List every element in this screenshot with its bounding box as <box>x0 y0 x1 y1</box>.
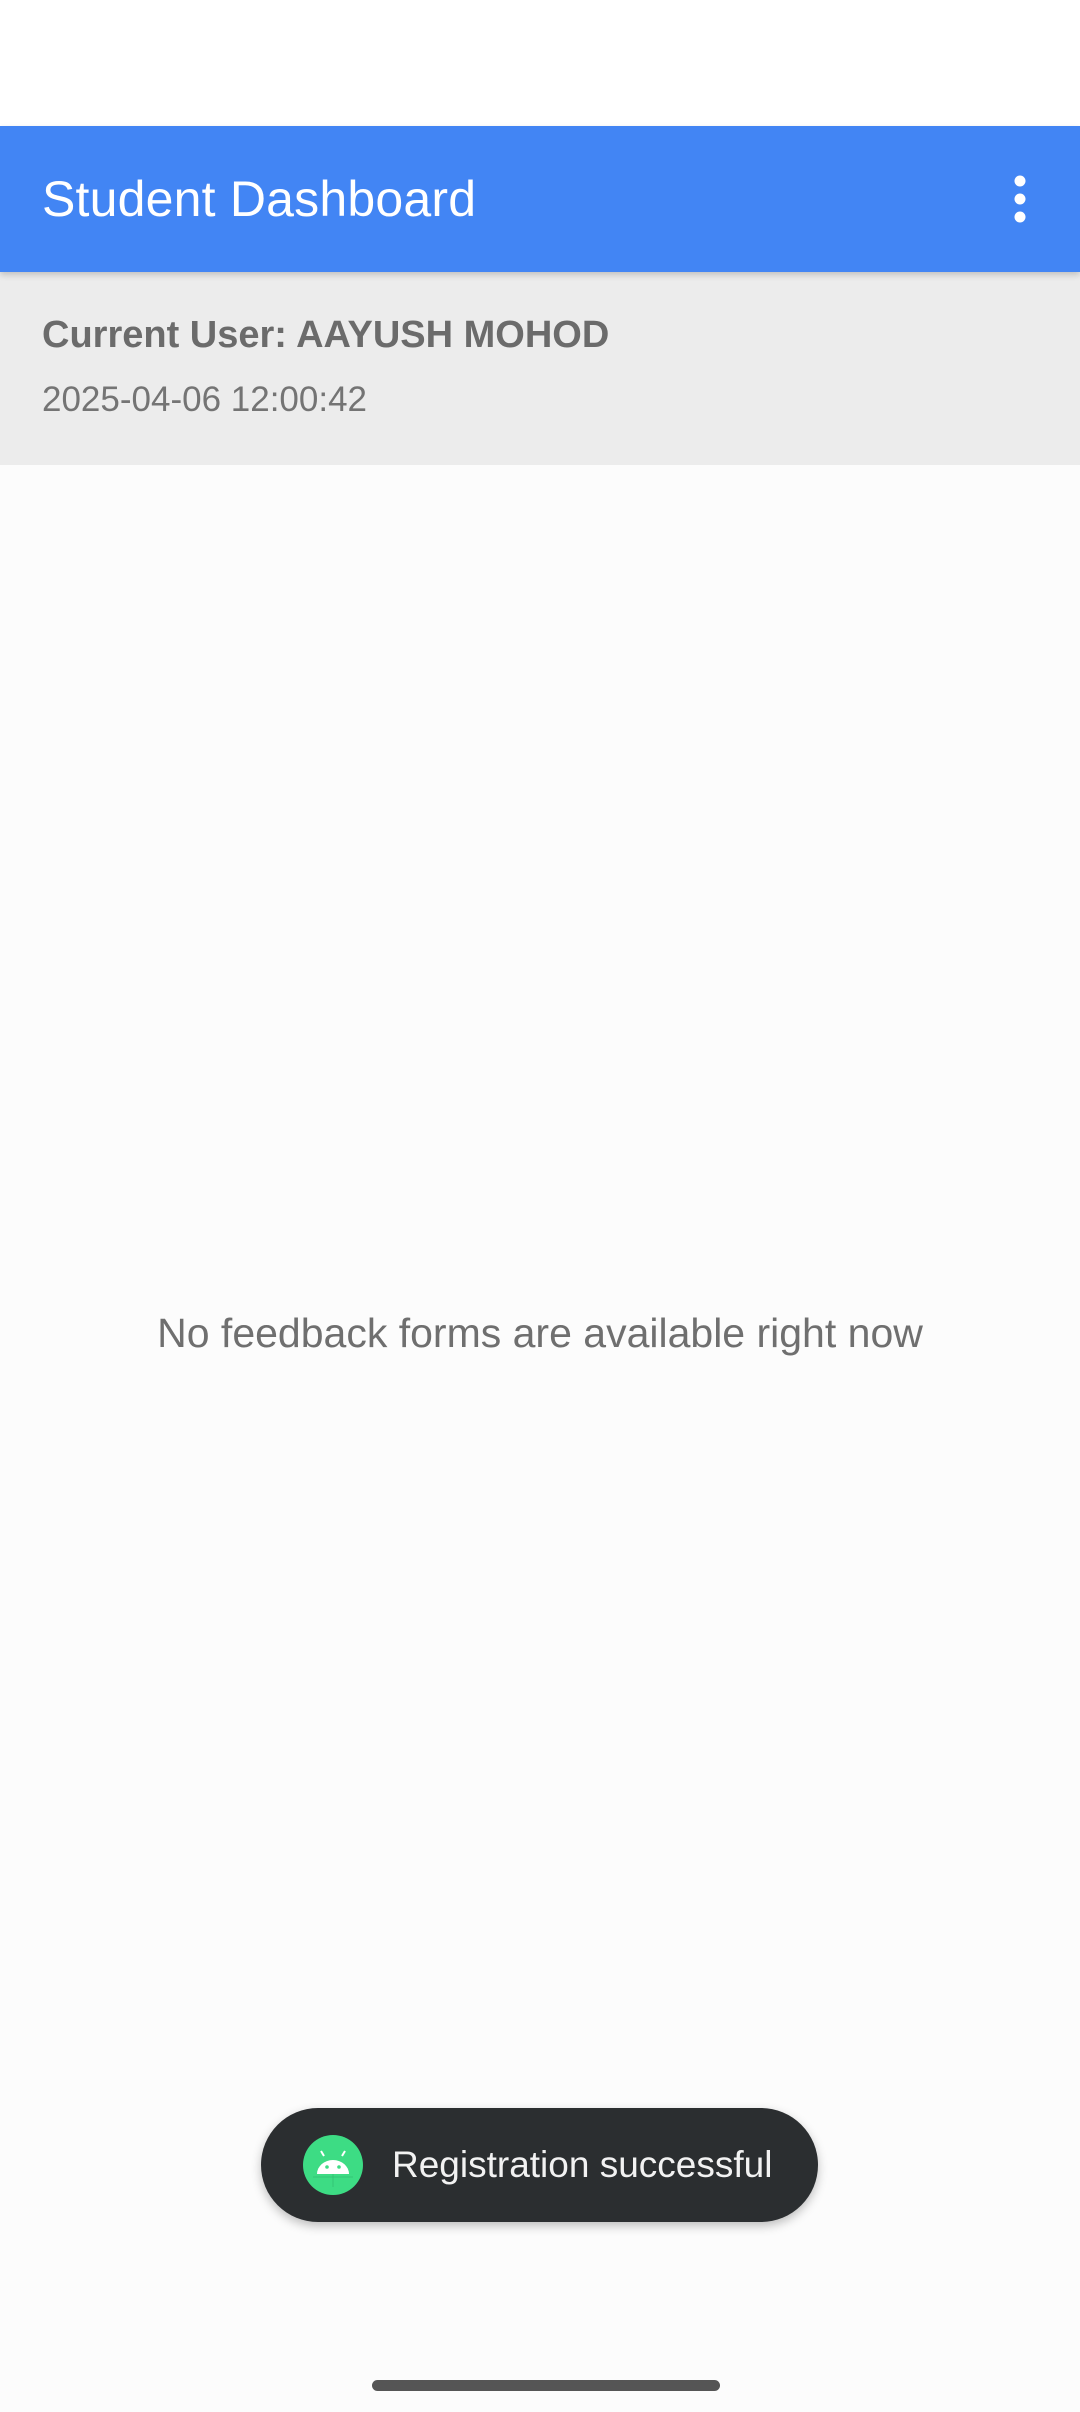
toast-message: Registration successful <box>392 2144 773 2185</box>
home-indicator[interactable] <box>372 2380 720 2391</box>
android-icon <box>303 2135 363 2195</box>
user-info-panel: Current User: AAYUSH MOHOD 2025-04-06 12… <box>0 272 1080 465</box>
app-title: Student Dashboard <box>42 171 477 227</box>
overflow-menu-button[interactable] <box>970 149 1070 249</box>
timestamp-label: 2025-04-06 12:00:42 <box>42 380 367 419</box>
empty-state-message: No feedback forms are available right no… <box>157 1310 923 1356</box>
toast: Registration successful <box>261 2108 818 2222</box>
app-bar: Student Dashboard <box>0 126 1080 272</box>
more-vertical-icon <box>1014 175 1026 223</box>
status-bar <box>0 0 1080 126</box>
current-user-label: Current User: AAYUSH MOHOD <box>42 314 610 356</box>
